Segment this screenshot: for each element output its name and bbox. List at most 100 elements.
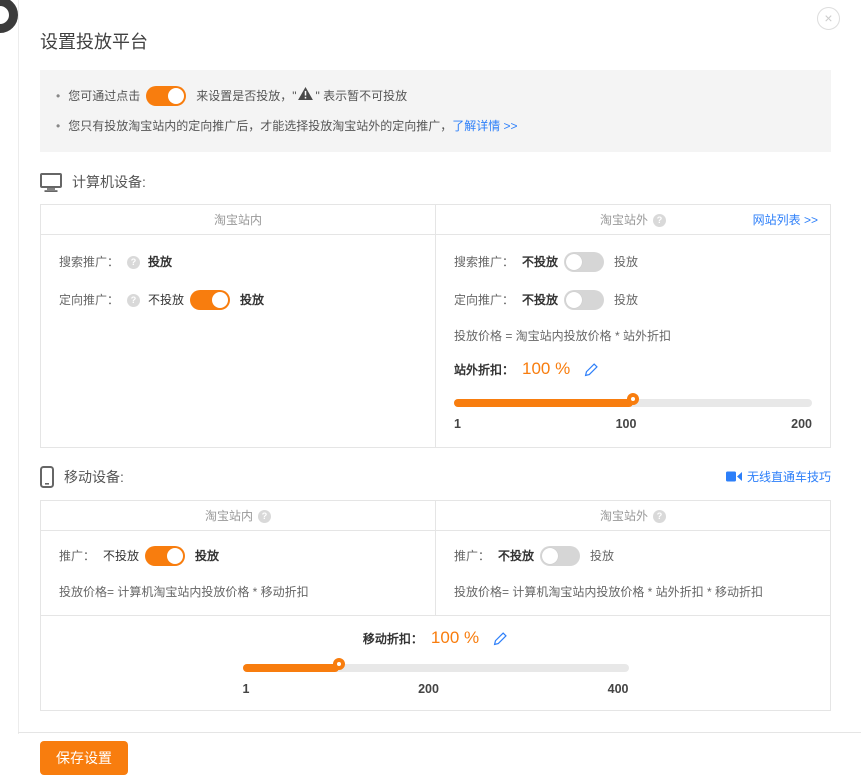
- offsite-discount-slider[interactable]: [454, 393, 812, 413]
- target-promo-row: 定向推广： 不投放 投放: [454, 289, 812, 311]
- search-promo-row: 搜索推广： 不投放 投放: [454, 251, 812, 273]
- computer-table-header: 淘宝站内 淘宝站外 ? 网站列表 >>: [41, 205, 830, 235]
- promo-on-label: 投放: [590, 545, 614, 567]
- mobile-offsite-cell: 推广： 不投放 投放 投放价格= 计算机淘宝站内投放价格 * 站外折扣 * 移动…: [435, 531, 830, 615]
- mobile-offsite-header: 淘宝站外 ?: [435, 501, 830, 530]
- mobile-discount-slider[interactable]: [243, 658, 629, 678]
- offsite-discount-label: 站外折扣：: [454, 361, 514, 378]
- target-promo-label: 定向推广：: [59, 289, 119, 311]
- slider-fill: [243, 664, 340, 672]
- promo-row: 推广： 不投放 投放: [454, 545, 812, 567]
- promo-on-label: 投放: [195, 545, 219, 567]
- computer-onsite-cell: 搜索推广： ? 投放 定向推广： ? 不投放 投放: [41, 235, 435, 447]
- edit-pencil-icon[interactable]: [493, 631, 508, 646]
- dialog-body: 设置投放平台 • 您可通过点击 来设置是否投放，" " 表示暂不可投放 • 您只…: [0, 0, 861, 775]
- computer-onsite-target-toggle[interactable]: [190, 290, 230, 310]
- search-promo-label: 搜索推广：: [59, 251, 119, 273]
- wireless-tips-link[interactable]: 无线直通车技巧: [747, 468, 831, 485]
- notice-1-post: " 表示暂不可投放: [315, 83, 407, 109]
- computer-section-heading: 计算机设备:: [40, 172, 831, 192]
- search-promo-status: 投放: [148, 251, 172, 273]
- save-settings-button[interactable]: 保存设置: [40, 741, 128, 775]
- video-camera-icon: [726, 471, 742, 482]
- help-icon[interactable]: ?: [653, 214, 666, 227]
- slider-fill: [454, 399, 633, 407]
- slider-max-label: 200: [791, 417, 812, 431]
- toggle-knob: [542, 548, 558, 564]
- computer-monitor-icon: [40, 173, 62, 192]
- mobile-discount-label: 移动折扣：: [363, 630, 423, 647]
- promo-off-label: 不投放: [103, 545, 139, 567]
- dialog-left-border: [18, 0, 19, 734]
- computer-offsite-target-toggle[interactable]: [564, 290, 604, 310]
- mobile-slider-wrap: 1 200 400: [243, 658, 629, 696]
- mobile-onsite-formula: 投放价格= 计算机淘宝站内投放价格 * 移动折扣: [59, 583, 417, 601]
- mobile-table-header: 淘宝站内 ? 淘宝站外 ?: [41, 501, 830, 531]
- notice-1-mid: 来设置是否投放，": [196, 83, 296, 109]
- search-promo-label: 搜索推广：: [454, 251, 514, 273]
- target-promo-off-label: 不投放: [148, 289, 184, 311]
- mobile-offsite-promo-toggle[interactable]: [540, 546, 580, 566]
- toggle-knob: [212, 292, 228, 308]
- toggle-knob: [168, 88, 184, 104]
- dialog-bottom-border: [18, 732, 861, 733]
- mobile-discount-row: 移动折扣： 100 %: [41, 628, 830, 648]
- mobile-section-heading: 移动设备: 无线直通车技巧: [40, 466, 831, 488]
- slider-thumb[interactable]: [333, 658, 345, 670]
- close-icon[interactable]: ×: [817, 7, 840, 30]
- toggle-knob: [167, 548, 183, 564]
- edit-pencil-icon[interactable]: [584, 362, 599, 377]
- mobile-section-title: 移动设备:: [64, 467, 124, 487]
- notice-line-1: • 您可通过点击 来设置是否投放，" " 表示暂不可投放: [56, 83, 813, 109]
- target-promo-off-label: 不投放: [522, 289, 558, 311]
- computer-onsite-header: 淘宝站内: [41, 205, 435, 234]
- example-toggle[interactable]: [146, 86, 186, 106]
- computer-offsite-header-label: 淘宝站外: [600, 205, 648, 235]
- target-promo-on-label: 投放: [240, 289, 264, 311]
- offsite-price-formula: 投放价格 = 淘宝站内投放价格 * 站外折扣: [454, 327, 812, 345]
- toggle-knob: [566, 254, 582, 270]
- target-promo-label: 定向推广：: [454, 289, 514, 311]
- mobile-onsite-promo-toggle[interactable]: [145, 546, 185, 566]
- notice-2-text: 您只有投放淘宝站内的定向推广后，才能选择投放淘宝站外的定向推广，: [68, 113, 452, 139]
- computer-offsite-cell: 搜索推广： 不投放 投放 定向推广： 不投放 投放 投放价格 = 淘宝站内投放价…: [435, 235, 830, 447]
- promo-row: 推广： 不投放 投放: [59, 545, 417, 567]
- help-icon[interactable]: ?: [127, 294, 140, 307]
- notice-line-2: • 您只有投放淘宝站内的定向推广后，才能选择投放淘宝站外的定向推广， 了解详情 …: [56, 113, 813, 139]
- video-tips-link-wrap: 无线直通车技巧: [726, 468, 831, 485]
- mobile-table-body: 推广： 不投放 投放 投放价格= 计算机淘宝站内投放价格 * 移动折扣 推广： …: [41, 531, 830, 615]
- slider-min-label: 1: [243, 682, 250, 696]
- mobile-table: 淘宝站内 ? 淘宝站外 ? 推广： 不投放 投放 投放价格= 计算机淘宝站内: [40, 500, 831, 711]
- slider-max-label: 400: [608, 682, 629, 696]
- target-promo-on-label: 投放: [614, 289, 638, 311]
- warning-triangle-icon: [298, 83, 313, 109]
- computer-offsite-header: 淘宝站外 ? 网站列表 >>: [435, 205, 830, 234]
- computer-onsite-header-label: 淘宝站内: [214, 205, 262, 235]
- computer-offsite-search-toggle[interactable]: [564, 252, 604, 272]
- computer-table: 淘宝站内 淘宝站外 ? 网站列表 >> 搜索推广： ? 投放 定向推广： ?: [40, 204, 831, 448]
- search-promo-row: 搜索推广： ? 投放: [59, 251, 417, 273]
- slider-thumb[interactable]: [627, 393, 639, 405]
- mobile-onsite-header-label: 淘宝站内: [205, 501, 253, 531]
- help-icon[interactable]: ?: [653, 510, 666, 523]
- notice-box: • 您可通过点击 来设置是否投放，" " 表示暂不可投放 • 您只有投放淘宝站内…: [40, 70, 831, 152]
- slider-min-label: 1: [454, 417, 461, 431]
- help-icon[interactable]: ?: [127, 256, 140, 269]
- mobile-offsite-header-label: 淘宝站外: [600, 501, 648, 531]
- promo-off-label: 不投放: [498, 545, 534, 567]
- mobile-onsite-header: 淘宝站内 ?: [41, 501, 435, 530]
- target-promo-row: 定向推广： ? 不投放 投放: [59, 289, 417, 311]
- mobile-slider-labels: 1 200 400: [243, 682, 629, 696]
- toggle-knob: [566, 292, 582, 308]
- mobile-phone-icon: [40, 466, 54, 488]
- offsite-slider-labels: 1 100 200: [454, 417, 812, 431]
- help-icon[interactable]: ?: [258, 510, 271, 523]
- mobile-onsite-cell: 推广： 不投放 投放 投放价格= 计算机淘宝站内投放价格 * 移动折扣: [41, 531, 435, 615]
- website-list-link[interactable]: 网站列表 >>: [753, 205, 818, 235]
- computer-table-body: 搜索推广： ? 投放 定向推广： ? 不投放 投放 搜索推广： 不投放 投放: [41, 235, 830, 447]
- promo-label: 推广：: [59, 545, 95, 567]
- learn-more-link[interactable]: 了解详情 >>: [452, 113, 517, 139]
- mobile-discount-slider-row: 移动折扣： 100 % 1 200 400: [41, 615, 830, 710]
- notice-1-pre: 您可通过点击: [68, 83, 140, 109]
- bullet-dot: •: [56, 113, 60, 139]
